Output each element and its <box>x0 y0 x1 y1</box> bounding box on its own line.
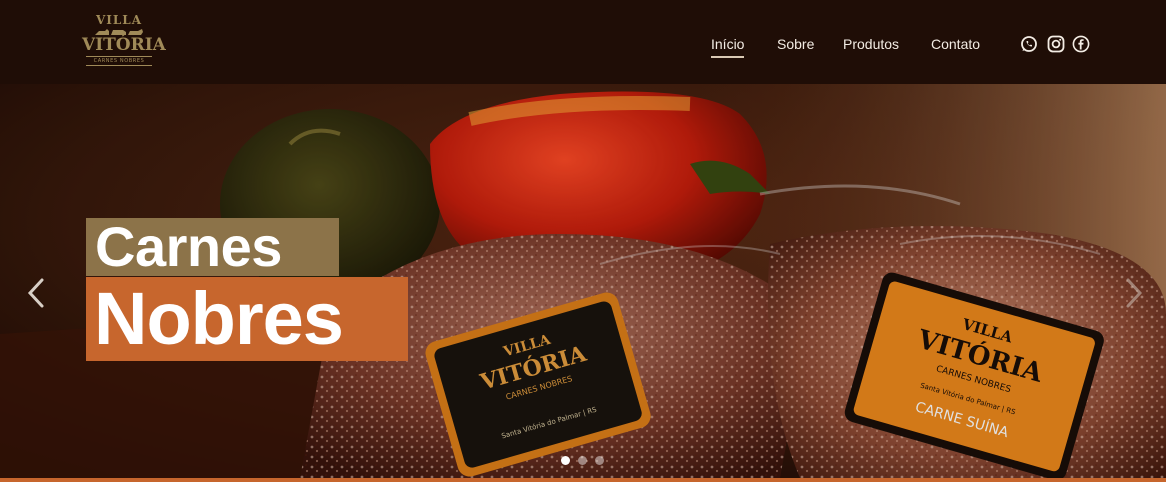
bottom-accent-bar <box>0 478 1166 482</box>
facebook-icon[interactable] <box>1072 35 1090 53</box>
chevron-left-icon[interactable] <box>24 276 48 310</box>
chevron-right-icon[interactable] <box>1122 276 1146 310</box>
nav-item-produtos[interactable]: Produtos <box>843 34 899 54</box>
brand-logo[interactable]: VILLA VITÓRIA CARNES NOBRES <box>82 13 166 74</box>
nav-item-sobre[interactable]: Sobre <box>777 34 814 54</box>
whatsapp-icon[interactable] <box>1020 35 1038 53</box>
hero-headline-line2: Nobres <box>86 277 408 361</box>
logo-line-1: VILLA <box>95 13 143 27</box>
hero-headline-line1: Carnes <box>86 218 339 276</box>
carousel-dot-1[interactable] <box>561 456 570 465</box>
carousel-dot-2[interactable] <box>578 456 587 465</box>
logo-line-3: CARNES NOBRES <box>86 56 152 66</box>
nav-item-contato[interactable]: Contato <box>931 34 980 54</box>
site-header: VILLA VITÓRIA CARNES NOBRES Início Sobre… <box>0 0 1166 84</box>
nav-item-inicio[interactable]: Início <box>711 34 745 58</box>
logo-line-2: VITÓRIA <box>82 35 166 55</box>
instagram-icon[interactable] <box>1047 35 1065 53</box>
carousel-dot-3[interactable] <box>595 456 604 465</box>
